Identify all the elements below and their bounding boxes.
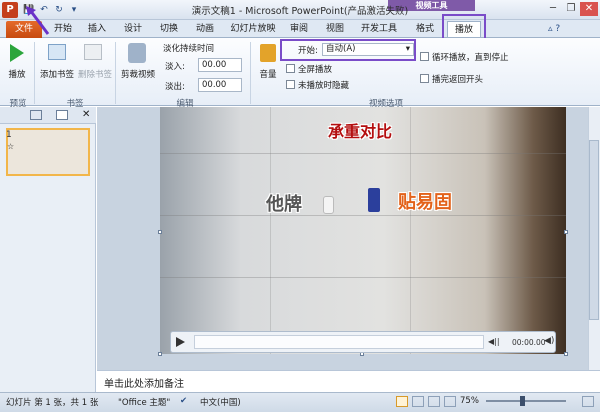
blue-hook — [368, 188, 380, 212]
play-icon[interactable] — [10, 44, 24, 62]
playback-tab-highlight-box — [442, 14, 486, 40]
tab-design[interactable]: 设计 — [118, 21, 148, 37]
fade-out-input[interactable]: 00.00 — [198, 78, 242, 92]
annotation-arrow — [26, 6, 50, 35]
fit-to-window-icon[interactable] — [582, 396, 594, 407]
slide-sorter-icon[interactable] — [412, 396, 424, 407]
white-hook — [323, 196, 334, 214]
fade-out-label: 淡出: — [165, 82, 185, 92]
start-option-highlight-box — [280, 39, 416, 61]
tab-home[interactable]: 开始 — [48, 21, 78, 37]
wall-tile-line — [160, 153, 566, 154]
video-right-text: 贴易固 — [398, 192, 452, 213]
fade-duration-title: 淡化持续时间 — [163, 44, 215, 54]
fullscreen-checkbox[interactable] — [286, 64, 295, 73]
hide-checkbox[interactable] — [286, 80, 295, 89]
language-status[interactable]: 中文(中国) — [200, 396, 241, 408]
wall-tile-line — [160, 277, 566, 278]
play-button-label[interactable]: 播放 — [4, 68, 30, 80]
window-title: 演示文稿1 - Microsoft PowerPoint(产品激活失败) — [191, 6, 409, 17]
tab-insert[interactable]: 插入 — [82, 21, 112, 37]
rewind-checkbox[interactable] — [420, 74, 429, 83]
resize-handle[interactable] — [564, 230, 568, 234]
resize-handle[interactable] — [158, 352, 162, 356]
zoom-slider-thumb[interactable] — [520, 396, 525, 406]
wall-tile-line — [160, 215, 566, 216]
resize-handle[interactable] — [158, 230, 162, 234]
video-title-text: 承重对比 — [328, 122, 393, 141]
tab-transitions[interactable]: 切换 — [154, 21, 184, 37]
video-frame[interactable] — [160, 107, 566, 354]
minimize-button[interactable]: ─ — [544, 2, 562, 16]
fullscreen-label: 全屏播放 — [298, 65, 333, 75]
play-icon[interactable] — [176, 337, 185, 347]
video-progress-bar[interactable] — [194, 335, 484, 349]
scrollbar-thumb[interactable] — [589, 140, 599, 320]
tab-review[interactable]: 审阅 — [284, 21, 314, 37]
close-button[interactable]: ✕ — [580, 2, 598, 16]
outline-tab-icon[interactable] — [56, 110, 68, 120]
add-bookmark-icon[interactable] — [48, 44, 66, 60]
fade-in-label: 淡入: — [165, 62, 185, 72]
slide-thumbnail[interactable] — [6, 128, 90, 176]
volume-label[interactable]: 音量 — [256, 68, 280, 80]
normal-view-icon[interactable] — [396, 396, 408, 407]
wall-tile-line — [270, 107, 271, 354]
group-separator — [115, 42, 116, 104]
group-separator — [34, 42, 35, 104]
volume-icon[interactable] — [260, 44, 276, 62]
remove-bookmark-label: 删除书签 — [77, 70, 112, 80]
loop-label: 循环播放，直到停止 — [432, 53, 509, 63]
trim-video-label[interactable]: 剪裁视频 — [118, 68, 158, 80]
slide-number: 1 — [6, 130, 12, 140]
video-left-text: 他牌 — [266, 194, 302, 215]
tab-animations[interactable]: 动画 — [190, 21, 220, 37]
slides-tab-icon[interactable] — [30, 110, 42, 120]
close-icon[interactable]: ✕ — [82, 109, 90, 120]
hide-label: 未播放时隐藏 — [298, 81, 350, 91]
slide-count-status: 幻灯片 第 1 张，共 1 张 — [6, 398, 99, 408]
fade-in-input[interactable]: 00.00 — [198, 58, 242, 72]
notes-placeholder: 单击此处添加备注 — [104, 379, 184, 390]
slideshow-icon[interactable] — [444, 396, 456, 407]
star-icon: ☆ — [7, 142, 15, 151]
tab-format[interactable]: 格式 — [410, 21, 440, 37]
theme-status: "Office 主题" — [118, 398, 171, 408]
restore-button[interactable]: ❐ — [562, 2, 580, 16]
spellcheck-icon[interactable]: ✔ — [180, 396, 187, 406]
remove-bookmark-icon — [84, 44, 102, 60]
zoom-slider[interactable] — [486, 400, 566, 402]
add-bookmark-label[interactable]: 添加书签 — [38, 68, 76, 80]
step-back-icon[interactable]: ◀|| — [488, 337, 500, 346]
ribbon-help-icons[interactable]: ▵ ? — [548, 24, 560, 34]
resize-handle[interactable] — [564, 352, 568, 356]
tab-developer[interactable]: 开发工具 — [358, 21, 400, 37]
group-separator — [250, 42, 251, 104]
tab-slideshow[interactable]: 幻灯片放映 — [228, 21, 278, 37]
zoom-level[interactable]: 75% — [460, 396, 479, 406]
reading-view-icon[interactable] — [428, 396, 440, 407]
wall-tile-line — [410, 107, 411, 354]
loop-checkbox[interactable] — [420, 52, 429, 61]
tab-view[interactable]: 视图 — [320, 21, 350, 37]
volume-icon[interactable]: ◀) — [544, 336, 554, 346]
trim-video-icon[interactable] — [128, 43, 146, 63]
video-time: 00:00.00 — [512, 338, 546, 347]
rewind-label: 播完返回开头 — [432, 75, 484, 85]
